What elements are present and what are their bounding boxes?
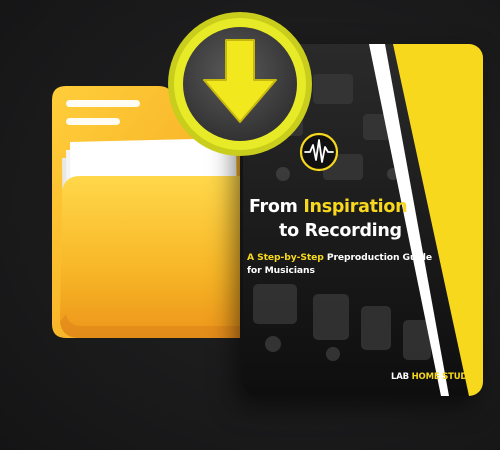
ebook-title-line1: From Inspiration	[249, 197, 408, 217]
promo-graphic: From Inspiration to Recording A Step-by-…	[0, 0, 500, 450]
ebook-brand: LAB HOME STUDIO	[391, 372, 478, 382]
ebook-title-line2: to Recording	[279, 221, 402, 241]
download-arrow-icon[interactable]	[160, 4, 320, 164]
ebook-subtitle: A Step-by-Step Preproduction Guide for M…	[247, 252, 433, 276]
